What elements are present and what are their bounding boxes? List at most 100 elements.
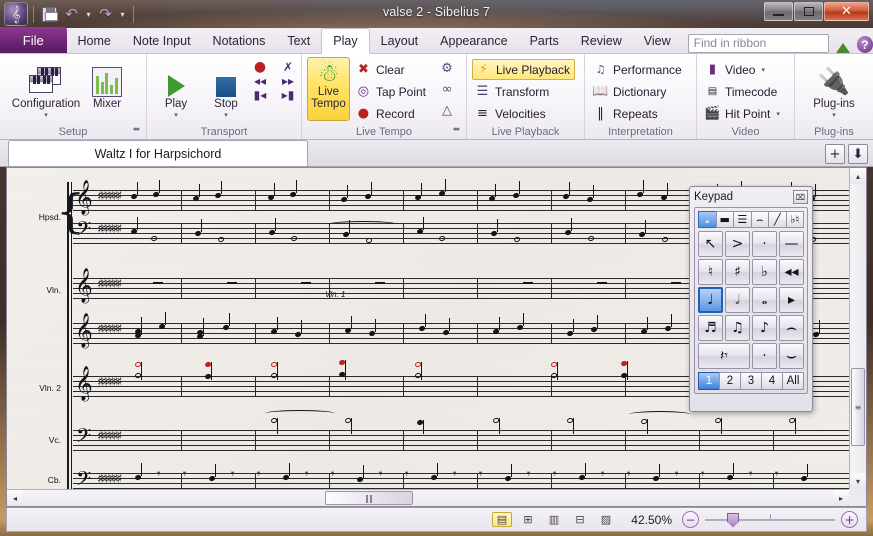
- live-tempo-options-icon[interactable]: ⚙: [437, 60, 457, 77]
- keypad-key-quarter-note[interactable]: ♩: [698, 287, 723, 313]
- tab-appearance[interactable]: Appearance: [429, 28, 518, 53]
- page-view-vertical-icon[interactable]: ⊟: [570, 512, 590, 527]
- collapse-ribbon-icon[interactable]: [835, 43, 850, 53]
- keypad-tab-articulations[interactable]: ⌢: [750, 211, 769, 228]
- keypad-key-eighth-note[interactable]: ♪: [752, 315, 777, 341]
- scroll-right-button[interactable]: ▸: [833, 490, 849, 506]
- tab-notations[interactable]: Notations: [202, 28, 277, 53]
- keypad-title-bar[interactable]: Keypad ⌧: [690, 187, 812, 207]
- dictionary-button[interactable]: 📖 Dictionary: [590, 81, 686, 102]
- keypad-page-1[interactable]: 1: [698, 372, 720, 390]
- tap-point-button[interactable]: ◎ Tap Point: [353, 81, 430, 102]
- live-tempo-dialog-launcher-icon[interactable]: ⬌: [451, 125, 462, 136]
- tab-review[interactable]: Review: [570, 28, 633, 53]
- scroll-down-button[interactable]: ▾: [850, 473, 866, 489]
- page-view-horizontal-icon[interactable]: ▥: [544, 512, 564, 527]
- configuration-button[interactable]: Configuration ▾: [12, 57, 80, 119]
- fast-forward-icon[interactable]: ▸▸: [281, 75, 295, 87]
- keypad-page-all[interactable]: All: [782, 372, 804, 390]
- keypad-key-rest[interactable]: 𝄽𝄾: [698, 343, 750, 369]
- scroll-up-button[interactable]: ▴: [850, 168, 866, 184]
- performance-button[interactable]: ♫ Performance: [590, 59, 686, 80]
- keypad-key-tie[interactable]: ⌢: [779, 315, 804, 341]
- close-button[interactable]: ✕: [824, 2, 869, 21]
- keypad-tab-common-notes[interactable]: 𝅝: [698, 211, 717, 228]
- hit-point-button[interactable]: 🎬 Hit Point ▾: [702, 103, 784, 124]
- hit-point-dropdown-icon[interactable]: ▾: [776, 110, 780, 118]
- plugins-button[interactable]: 🔌 Plug-ins ▾: [803, 57, 865, 119]
- zoom-out-button[interactable]: −: [682, 511, 699, 528]
- stop-button[interactable]: Stop ▾: [203, 57, 249, 119]
- keypad-key-play[interactable]: ▸: [779, 287, 804, 313]
- keypad-key-half-note[interactable]: 𝅗𝅥: [725, 287, 750, 313]
- vertical-scroll-thumb[interactable]: ≡: [851, 368, 865, 446]
- configuration-dropdown-icon[interactable]: ▾: [44, 112, 48, 119]
- tab-text[interactable]: Text: [276, 28, 321, 53]
- keypad-key-whole-note[interactable]: 𝅝: [752, 287, 777, 313]
- score-view[interactable]: Hpsd. Vln. Vln. 2 Vc. Cb. { 𝄞 ♯♯♯♯♯♯ 𝄢 ♯…: [6, 167, 867, 507]
- go-to-end-icon[interactable]: ▸▮: [281, 89, 295, 101]
- keypad-key-rewind[interactable]: ◂◂: [779, 259, 804, 285]
- staff-cb[interactable]: 𝄢 ♯♯♯♯♯♯ 𝄾 𝄾 𝄾 𝄾 𝄾 𝄾 𝄾 𝄾 𝄾 𝄾 𝄾 𝄾 𝄾 𝄾 𝄾 𝄾…: [73, 463, 849, 489]
- keypad-tab-jazz-articulations[interactable]: ╱: [768, 211, 787, 228]
- tab-parts[interactable]: Parts: [519, 28, 570, 53]
- score-text-vln-1[interactable]: Vln. 1: [325, 290, 345, 299]
- page-view-spreads-icon[interactable]: ⊞: [518, 512, 538, 527]
- live-tempo-button[interactable]: ☃ Live Tempo: [307, 57, 350, 121]
- keypad-key-slur[interactable]: ⌣: [779, 343, 804, 369]
- new-tab-button[interactable]: +: [825, 144, 845, 164]
- tab-note-input[interactable]: Note Input: [122, 28, 202, 53]
- horizontal-scroll-thumb[interactable]: ‖‖: [325, 491, 413, 505]
- keypad-page-2[interactable]: 2: [719, 372, 741, 390]
- minimize-button[interactable]: [764, 2, 793, 21]
- setup-dialog-launcher-icon[interactable]: ⬌: [131, 125, 142, 136]
- velocities-button[interactable]: ≡ Velocities: [472, 103, 575, 124]
- staff-vc[interactable]: 𝄢 ♯♯♯♯♯♯: [73, 410, 849, 451]
- move-playback-line-icon[interactable]: ✗: [281, 61, 295, 73]
- play-button[interactable]: Play ▾: [153, 57, 199, 119]
- full-screen-view-icon[interactable]: ▨: [596, 512, 616, 527]
- panorama-view-icon[interactable]: ▤: [492, 512, 512, 527]
- video-dropdown-icon[interactable]: ▾: [761, 66, 765, 74]
- keypad-tab-beams-tremolos[interactable]: ☰: [733, 211, 752, 228]
- keypad-panel[interactable]: Keypad ⌧ 𝅝 ▬ ☰ ⌢ ╱ ♭♮ ↖ > · — ♮ ♯ ♭ ◂◂ ♩…: [689, 186, 813, 412]
- maximize-button[interactable]: [794, 2, 823, 21]
- keypad-page-3[interactable]: 3: [740, 372, 762, 390]
- stop-dropdown-icon[interactable]: ▾: [224, 112, 228, 119]
- video-button[interactable]: ▮ Video ▾: [702, 59, 784, 80]
- record-live-tempo-button[interactable]: ● Record: [353, 103, 430, 124]
- zoom-slider-handle[interactable]: [727, 512, 739, 528]
- find-in-ribbon-input[interactable]: Find in ribbon: [687, 34, 829, 53]
- save-button[interactable]: [39, 4, 60, 25]
- keypad-key-voice-cursor[interactable]: ↖: [698, 231, 723, 257]
- keypad-key-sixteenth-note[interactable]: ♬: [698, 315, 723, 341]
- rewind-icon[interactable]: ◂◂: [253, 75, 267, 87]
- clear-button[interactable]: ✖ Clear: [353, 59, 430, 80]
- plugins-dropdown-icon[interactable]: ▾: [832, 112, 836, 119]
- transform-button[interactable]: ☰ Transform: [472, 81, 575, 102]
- keypad-tab-more-notes[interactable]: ▬: [715, 211, 734, 228]
- document-tab-waltz[interactable]: Waltz I for Harpsichord: [8, 140, 308, 166]
- play-dropdown-icon[interactable]: ▾: [174, 112, 178, 119]
- zoom-in-button[interactable]: +: [841, 511, 858, 528]
- mixer-button[interactable]: Mixer: [83, 57, 131, 111]
- keypad-page-4[interactable]: 4: [761, 372, 783, 390]
- vertical-scrollbar[interactable]: ▴ ≡ ▾: [849, 168, 866, 489]
- loop-icon[interactable]: ∞: [437, 81, 457, 98]
- keypad-key-tenuto[interactable]: —: [779, 231, 804, 257]
- keypad-key-staccato[interactable]: ·: [752, 231, 777, 257]
- tab-home[interactable]: Home: [67, 28, 122, 53]
- horizontal-scrollbar[interactable]: ◂ ‖‖ ▸: [7, 489, 849, 506]
- help-icon[interactable]: ?: [856, 36, 873, 53]
- go-to-start-icon[interactable]: ▮◂: [253, 89, 267, 101]
- scroll-left-button[interactable]: ◂: [7, 490, 23, 506]
- undo-button[interactable]: ↶: [61, 4, 82, 25]
- keypad-key-natural[interactable]: ♮: [698, 259, 723, 285]
- keypad-key-eighth-note-beamed[interactable]: ♫: [725, 315, 750, 341]
- live-playback-toggle[interactable]: ⚡ Live Playback: [472, 59, 576, 80]
- undo-dropdown-icon[interactable]: ▾: [83, 10, 94, 19]
- keypad-key-accent[interactable]: >: [725, 231, 750, 257]
- keypad-close-button[interactable]: ⌧: [793, 190, 808, 204]
- tempo-graph-icon[interactable]: △: [437, 102, 457, 119]
- timecode-button[interactable]: ▤ Timecode: [702, 81, 784, 102]
